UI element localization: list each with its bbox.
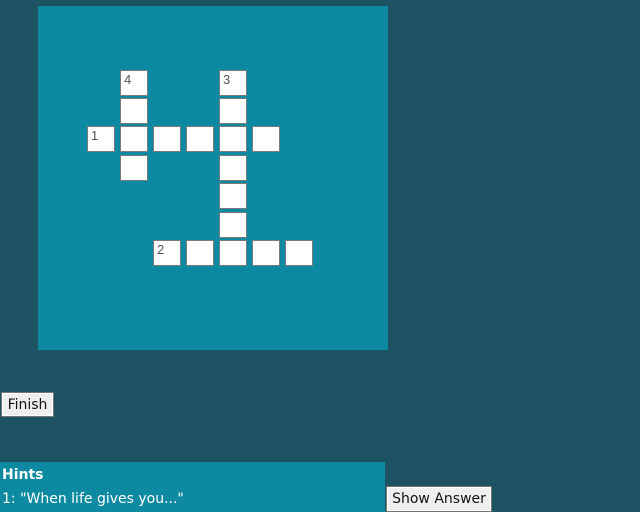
crossword-cell[interactable]: 1 — [87, 126, 115, 152]
crossword-cell[interactable] — [219, 126, 247, 152]
crossword-cell[interactable] — [219, 98, 247, 124]
crossword-cell[interactable] — [120, 126, 148, 152]
show-answer-button[interactable]: Show Answer — [386, 486, 492, 512]
crossword-cell[interactable] — [219, 183, 247, 209]
finish-button[interactable]: Finish — [1, 392, 54, 417]
crossword-cell[interactable] — [285, 240, 313, 266]
crossword-cell[interactable] — [219, 155, 247, 181]
crossword-cell[interactable] — [219, 240, 247, 266]
hints-panel: Hints 1: "When life gives you..." — [0, 462, 385, 512]
hints-title: Hints — [2, 467, 44, 483]
crossword-cell[interactable] — [186, 240, 214, 266]
clue-number: 2 — [157, 242, 165, 257]
crossword-cell[interactable]: 4 — [120, 70, 148, 96]
clue-number: 3 — [223, 72, 231, 87]
crossword-cell[interactable] — [120, 98, 148, 124]
clue-number: 4 — [124, 72, 132, 87]
crossword-cell[interactable] — [252, 126, 280, 152]
crossword-cell[interactable] — [219, 212, 247, 238]
crossword-cell[interactable]: 2 — [153, 240, 181, 266]
crossword-cell[interactable]: 3 — [219, 70, 247, 96]
clue-number: 1 — [91, 128, 99, 143]
hint-item: 1: "When life gives you..." — [2, 491, 184, 507]
crossword-cell[interactable] — [120, 155, 148, 181]
crossword-cell[interactable] — [252, 240, 280, 266]
crossword-cell[interactable] — [186, 126, 214, 152]
crossword-cell[interactable] — [153, 126, 181, 152]
crossword-board: 4 1 3 2 — [38, 6, 388, 350]
